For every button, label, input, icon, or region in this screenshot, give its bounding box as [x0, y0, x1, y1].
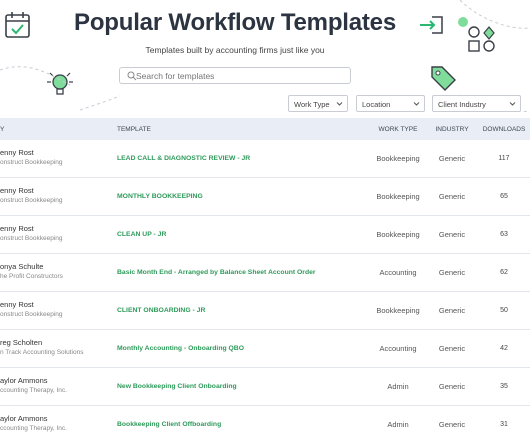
search-box[interactable]: [119, 67, 351, 84]
downloads-cell: 50: [500, 307, 508, 314]
industry-cell: Generic: [438, 230, 466, 239]
owner-name: enny Rost: [0, 148, 34, 157]
industry-cell: Generic: [438, 154, 466, 163]
owner-name: aylor Ammons: [0, 376, 48, 385]
downloads-cell: 117: [498, 155, 510, 162]
industry-cell: Generic: [438, 382, 466, 391]
table-row[interactable]: reg Scholten n Track Accounting Solution…: [0, 330, 530, 368]
work-type-cell: Bookkeeping: [376, 230, 420, 239]
table-row[interactable]: onya Schulte he Profit Constructors Basi…: [0, 254, 530, 292]
work-type-cell: Accounting: [379, 268, 417, 277]
industry-cell: Generic: [438, 268, 466, 277]
template-link[interactable]: MONTHLY BOOKKEEPING: [117, 193, 203, 200]
downloads-cell: 42: [500, 345, 508, 352]
owner-firm: n Track Accounting Solutions: [0, 349, 84, 356]
owner-name: reg Scholten: [0, 338, 43, 347]
chevron-down-icon: [509, 102, 516, 106]
table-row[interactable]: enny Rost onstruct Bookkeeping CLEAN UP …: [0, 216, 530, 254]
template-link[interactable]: Basic Month End - Arranged by Balance Sh…: [117, 269, 316, 276]
table-row[interactable]: enny Rost onstruct Bookkeeping CLIENT ON…: [0, 292, 530, 330]
work-type-cell: Accounting: [379, 344, 417, 353]
owner-name: enny Rost: [0, 224, 34, 233]
work-type-cell: Admin: [387, 420, 409, 429]
work-type-cell: Admin: [387, 382, 409, 391]
template-link[interactable]: LEAD CALL & DIAGNOSTIC REVIEW - JR: [117, 155, 250, 162]
table-row[interactable]: enny Rost onstruct Bookkeeping MONTHLY B…: [0, 178, 530, 216]
column-header-template[interactable]: TEMPLATE: [117, 126, 151, 133]
location-filter-label: Location: [362, 100, 391, 109]
work-type-cell: Bookkeeping: [376, 306, 420, 315]
downloads-cell: 62: [500, 269, 508, 276]
column-header-owner[interactable]: Y: [0, 126, 4, 133]
price-tag-icon: [431, 66, 456, 91]
owner-firm: ccounting Therapy, Inc.: [0, 425, 67, 432]
client-industry-filter-label: Client Industry: [438, 100, 486, 109]
table-row[interactable]: enny Rost onstruct Bookkeeping LEAD CALL…: [0, 140, 530, 178]
owner-firm: ccounting Therapy, Inc.: [0, 387, 67, 394]
owner-name: aylor Ammons: [0, 414, 48, 423]
downloads-cell: 35: [500, 383, 508, 390]
shapes-icon: [468, 26, 495, 52]
owner-firm: onstruct Bookkeeping: [0, 235, 63, 242]
page-subtitle: Templates built by accounting firms just…: [145, 45, 325, 55]
column-header-work-type[interactable]: WORK TYPE: [368, 126, 428, 133]
work-type-filter[interactable]: Work Type: [288, 95, 348, 112]
client-industry-filter[interactable]: Client Industry: [432, 95, 521, 112]
location-filter[interactable]: Location: [356, 95, 425, 112]
work-type-cell: Bookkeeping: [376, 154, 420, 163]
industry-cell: Generic: [438, 192, 466, 201]
hero-header: Popular Workflow Templates Templates bui…: [0, 0, 530, 118]
template-link[interactable]: CLEAN UP - JR: [117, 231, 166, 238]
dashed-curve-decoration: [0, 66, 120, 111]
template-link[interactable]: Bookkeeping Client Offboarding: [117, 421, 221, 428]
column-header-industry[interactable]: INDUSTRY: [432, 126, 472, 133]
owner-firm: onstruct Bookkeeping: [0, 197, 63, 204]
page-title: Popular Workflow Templates: [74, 9, 396, 36]
template-link[interactable]: Monthly Accounting - Onboarding QBO: [117, 345, 244, 352]
template-link[interactable]: CLIENT ONBOARDING - JR: [117, 307, 205, 314]
chevron-down-icon: [413, 102, 420, 106]
industry-cell: Generic: [438, 344, 466, 353]
template-link[interactable]: New Bookkeeping Client Onboarding: [117, 383, 237, 390]
owner-firm: onstruct Bookkeeping: [0, 159, 63, 166]
column-header-downloads[interactable]: DOWNLOADS: [478, 126, 530, 133]
work-type-cell: Bookkeeping: [376, 192, 420, 201]
table-header: Y TEMPLATE WORK TYPE INDUSTRY DOWNLOADS: [0, 118, 530, 140]
table-row[interactable]: aylor Ammons ccounting Therapy, Inc. New…: [0, 368, 530, 406]
owner-firm: onstruct Bookkeeping: [0, 311, 63, 318]
owner-name: onya Schulte: [0, 262, 44, 271]
industry-cell: Generic: [438, 306, 466, 315]
chevron-down-icon: [336, 102, 343, 106]
downloads-cell: 63: [500, 231, 508, 238]
owner-firm: he Profit Constructors: [0, 273, 63, 280]
industry-cell: Generic: [438, 420, 466, 429]
search-input[interactable]: [136, 69, 346, 82]
owner-name: enny Rost: [0, 300, 34, 309]
table-row[interactable]: aylor Ammons ccounting Therapy, Inc. Boo…: [0, 406, 530, 442]
work-type-filter-label: Work Type: [294, 100, 330, 109]
downloads-cell: 65: [500, 193, 508, 200]
downloads-cell: 31: [500, 421, 508, 428]
owner-name: enny Rost: [0, 186, 34, 195]
